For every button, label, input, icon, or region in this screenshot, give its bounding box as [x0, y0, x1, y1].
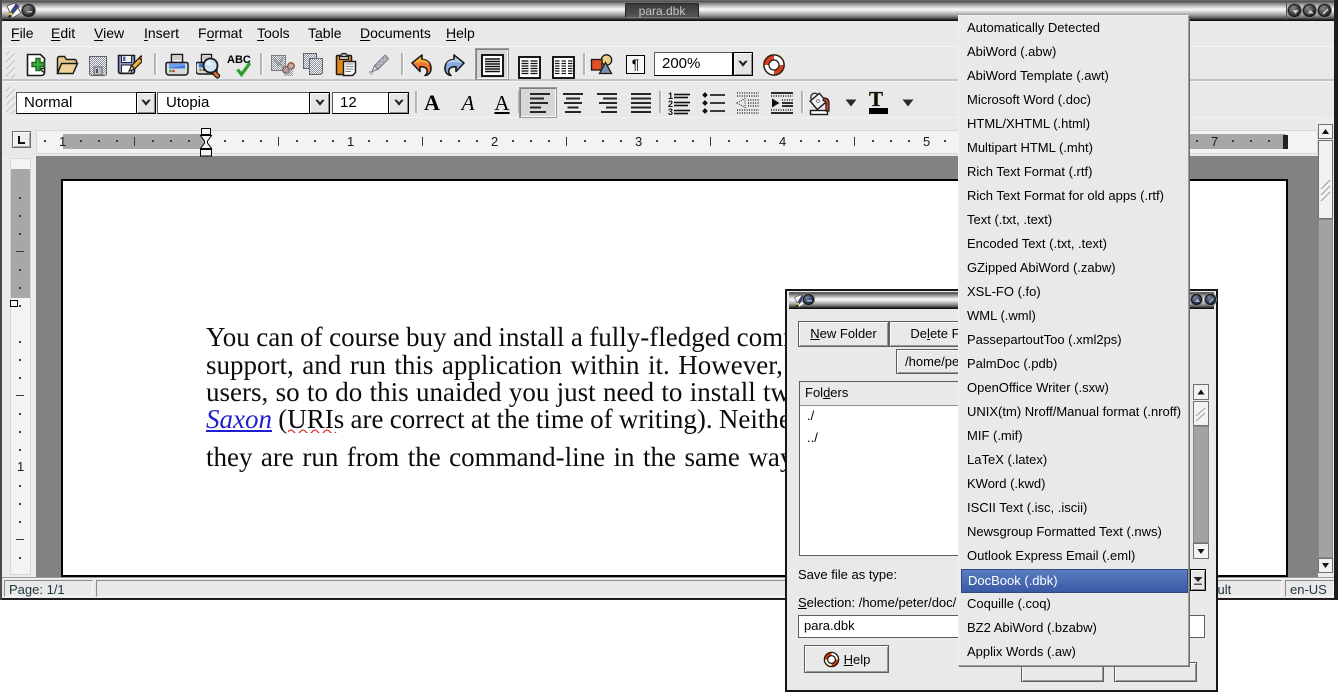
svg-text:3: 3: [668, 107, 673, 115]
svg-text:T: T: [869, 89, 883, 111]
